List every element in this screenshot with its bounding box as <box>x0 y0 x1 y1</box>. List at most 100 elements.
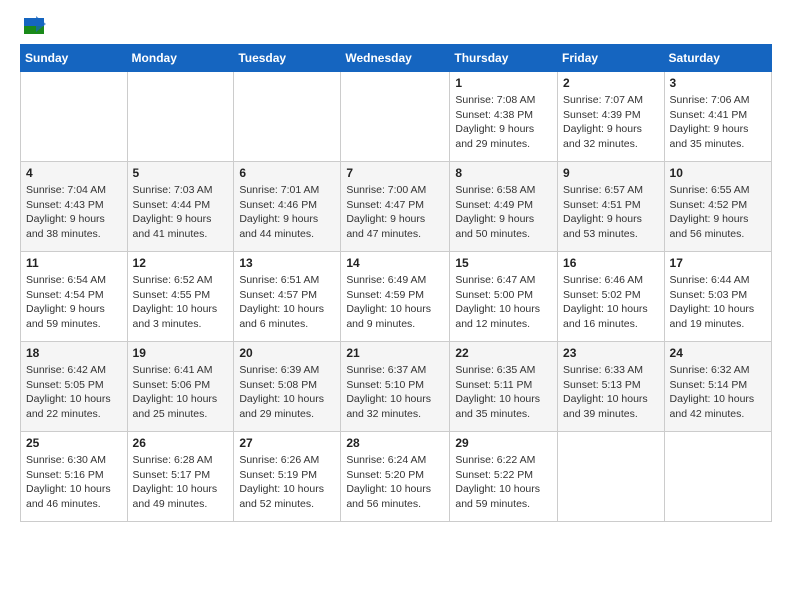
day-detail: Sunrise: 6:26 AM Sunset: 5:19 PM Dayligh… <box>239 453 335 512</box>
day-cell <box>234 72 341 162</box>
day-detail: Sunrise: 7:01 AM Sunset: 4:46 PM Dayligh… <box>239 183 335 242</box>
day-number: 26 <box>133 436 229 450</box>
day-cell: 27 Sunrise: 6:26 AM Sunset: 5:19 PM Dayli… <box>234 432 341 522</box>
day-detail: Sunrise: 6:41 AM Sunset: 5:06 PM Dayligh… <box>133 363 229 422</box>
day-cell: 6 Sunrise: 7:01 AM Sunset: 4:46 PM Daylig… <box>234 162 341 252</box>
day-number: 10 <box>670 166 766 180</box>
day-cell: 12Sunrise: 6:52 AM Sunset: 4:55 PM Dayli… <box>127 252 234 342</box>
day-detail: Sunrise: 6:39 AM Sunset: 5:08 PM Dayligh… <box>239 363 335 422</box>
day-number: 18 <box>26 346 122 360</box>
day-cell <box>21 72 128 162</box>
day-number: 6 <box>239 166 335 180</box>
day-number: 3 <box>670 76 766 90</box>
day-cell: 18 Sunrise: 6:42 AM Sunset: 5:05 PM Dayli… <box>21 342 128 432</box>
day-number: 2 <box>563 76 659 90</box>
day-detail: Sunrise: 6:28 AM Sunset: 5:17 PM Dayligh… <box>133 453 229 512</box>
day-number: 22 <box>455 346 552 360</box>
week-row-5: 25 Sunrise: 6:30 AM Sunset: 5:16 PM Dayli… <box>21 432 772 522</box>
header-row: SundayMondayTuesdayWednesdayThursdayFrid… <box>21 45 772 72</box>
logo-flag-icon <box>22 16 46 36</box>
col-header-monday: Monday <box>127 45 234 72</box>
day-number: 12 <box>133 256 229 270</box>
day-detail: Sunrise: 7:07 AM Sunset: 4:39 PM Dayligh… <box>563 93 659 152</box>
day-cell: 13Sunrise: 6:51 AM Sunset: 4:57 PM Dayli… <box>234 252 341 342</box>
day-cell: 14 Sunrise: 6:49 AM Sunset: 4:59 PM Dayli… <box>341 252 450 342</box>
day-detail: Sunrise: 6:57 AM Sunset: 4:51 PM Dayligh… <box>563 183 659 242</box>
day-detail: Sunrise: 6:24 AM Sunset: 5:20 PM Dayligh… <box>346 453 444 512</box>
col-header-friday: Friday <box>558 45 665 72</box>
day-number: 25 <box>26 436 122 450</box>
day-detail: Sunrise: 7:00 AM Sunset: 4:47 PM Dayligh… <box>346 183 444 242</box>
week-row-2: 4 Sunrise: 7:04 AM Sunset: 4:43 PM Daylig… <box>21 162 772 252</box>
col-header-sunday: Sunday <box>21 45 128 72</box>
day-cell <box>127 72 234 162</box>
col-header-thursday: Thursday <box>450 45 558 72</box>
calendar-table: SundayMondayTuesdayWednesdayThursdayFrid… <box>20 44 772 522</box>
day-cell <box>341 72 450 162</box>
day-cell: 1 Sunrise: 7:08 AM Sunset: 4:38 PM Daylig… <box>450 72 558 162</box>
week-row-4: 18 Sunrise: 6:42 AM Sunset: 5:05 PM Dayli… <box>21 342 772 432</box>
col-header-wednesday: Wednesday <box>341 45 450 72</box>
day-cell: 11 Sunrise: 6:54 AM Sunset: 4:54 PM Dayli… <box>21 252 128 342</box>
day-detail: Sunrise: 6:32 AM Sunset: 5:14 PM Dayligh… <box>670 363 766 422</box>
day-number: 15 <box>455 256 552 270</box>
day-detail: Sunrise: 7:08 AM Sunset: 4:38 PM Dayligh… <box>455 93 552 152</box>
day-cell <box>558 432 665 522</box>
day-number: 5 <box>133 166 229 180</box>
day-number: 14 <box>346 256 444 270</box>
day-cell: 25 Sunrise: 6:30 AM Sunset: 5:16 PM Dayli… <box>21 432 128 522</box>
col-header-tuesday: Tuesday <box>234 45 341 72</box>
day-number: 11 <box>26 256 122 270</box>
day-cell: 20 Sunrise: 6:39 AM Sunset: 5:08 PM Dayli… <box>234 342 341 432</box>
day-detail: Sunrise: 6:54 AM Sunset: 4:54 PM Dayligh… <box>26 273 122 332</box>
header <box>20 16 772 32</box>
day-cell: 3Sunrise: 7:06 AM Sunset: 4:41 PM Daylig… <box>664 72 771 162</box>
day-number: 28 <box>346 436 444 450</box>
day-cell: 24 Sunrise: 6:32 AM Sunset: 5:14 PM Dayli… <box>664 342 771 432</box>
day-cell: 5 Sunrise: 7:03 AM Sunset: 4:44 PM Daylig… <box>127 162 234 252</box>
day-detail: Sunrise: 6:42 AM Sunset: 5:05 PM Dayligh… <box>26 363 122 422</box>
day-detail: Sunrise: 6:30 AM Sunset: 5:16 PM Dayligh… <box>26 453 122 512</box>
day-cell: 28 Sunrise: 6:24 AM Sunset: 5:20 PM Dayli… <box>341 432 450 522</box>
day-cell: 2 Sunrise: 7:07 AM Sunset: 4:39 PM Daylig… <box>558 72 665 162</box>
day-number: 1 <box>455 76 552 90</box>
day-detail: Sunrise: 7:04 AM Sunset: 4:43 PM Dayligh… <box>26 183 122 242</box>
day-detail: Sunrise: 6:35 AM Sunset: 5:11 PM Dayligh… <box>455 363 552 422</box>
day-cell <box>664 432 771 522</box>
day-detail: Sunrise: 6:58 AM Sunset: 4:49 PM Dayligh… <box>455 183 552 242</box>
day-cell: 8Sunrise: 6:58 AM Sunset: 4:49 PM Daylig… <box>450 162 558 252</box>
day-number: 17 <box>670 256 766 270</box>
day-detail: Sunrise: 7:03 AM Sunset: 4:44 PM Dayligh… <box>133 183 229 242</box>
day-detail: Sunrise: 6:37 AM Sunset: 5:10 PM Dayligh… <box>346 363 444 422</box>
day-number: 27 <box>239 436 335 450</box>
day-number: 4 <box>26 166 122 180</box>
day-number: 16 <box>563 256 659 270</box>
day-detail: Sunrise: 6:22 AM Sunset: 5:22 PM Dayligh… <box>455 453 552 512</box>
col-header-saturday: Saturday <box>664 45 771 72</box>
day-number: 21 <box>346 346 444 360</box>
day-detail: Sunrise: 6:44 AM Sunset: 5:03 PM Dayligh… <box>670 273 766 332</box>
day-cell: 4 Sunrise: 7:04 AM Sunset: 4:43 PM Daylig… <box>21 162 128 252</box>
week-row-1: 1 Sunrise: 7:08 AM Sunset: 4:38 PM Daylig… <box>21 72 772 162</box>
day-number: 29 <box>455 436 552 450</box>
day-detail: Sunrise: 6:33 AM Sunset: 5:13 PM Dayligh… <box>563 363 659 422</box>
day-cell: 16 Sunrise: 6:46 AM Sunset: 5:02 PM Dayli… <box>558 252 665 342</box>
day-cell: 29 Sunrise: 6:22 AM Sunset: 5:22 PM Dayli… <box>450 432 558 522</box>
day-cell: 21 Sunrise: 6:37 AM Sunset: 5:10 PM Dayli… <box>341 342 450 432</box>
day-number: 9 <box>563 166 659 180</box>
day-cell: 17 Sunrise: 6:44 AM Sunset: 5:03 PM Dayli… <box>664 252 771 342</box>
day-detail: Sunrise: 6:49 AM Sunset: 4:59 PM Dayligh… <box>346 273 444 332</box>
day-cell: 9 Sunrise: 6:57 AM Sunset: 4:51 PM Daylig… <box>558 162 665 252</box>
day-number: 23 <box>563 346 659 360</box>
day-number: 20 <box>239 346 335 360</box>
day-detail: Sunrise: 6:46 AM Sunset: 5:02 PM Dayligh… <box>563 273 659 332</box>
day-number: 19 <box>133 346 229 360</box>
day-cell: 7Sunrise: 7:00 AM Sunset: 4:47 PM Daylig… <box>341 162 450 252</box>
logo <box>20 16 44 32</box>
day-detail: Sunrise: 6:51 AM Sunset: 4:57 PM Dayligh… <box>239 273 335 332</box>
day-number: 24 <box>670 346 766 360</box>
day-cell: 26 Sunrise: 6:28 AM Sunset: 5:17 PM Dayli… <box>127 432 234 522</box>
day-detail: Sunrise: 6:55 AM Sunset: 4:52 PM Dayligh… <box>670 183 766 242</box>
day-cell: 19 Sunrise: 6:41 AM Sunset: 5:06 PM Dayli… <box>127 342 234 432</box>
day-cell: 23 Sunrise: 6:33 AM Sunset: 5:13 PM Dayli… <box>558 342 665 432</box>
